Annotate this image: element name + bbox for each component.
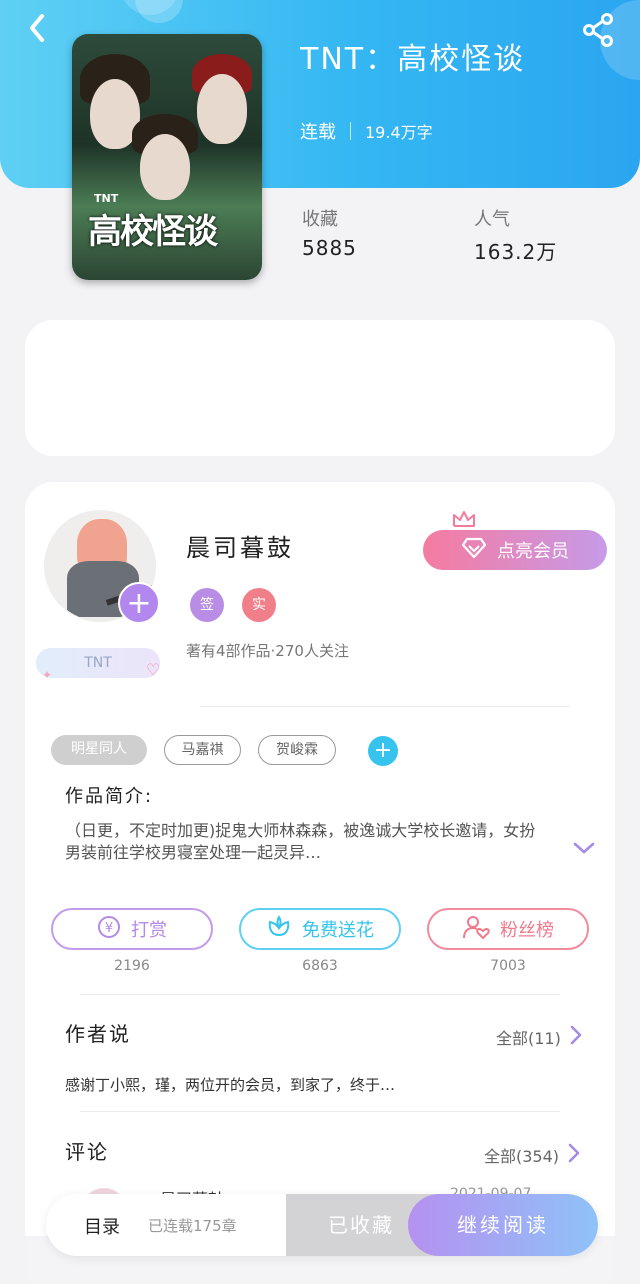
chevron-right-icon	[567, 1142, 581, 1168]
svg-text:¥: ¥	[105, 921, 113, 936]
intro-heading: 作品简介:	[65, 786, 154, 807]
send-flower-label: 免费送花	[302, 920, 374, 941]
follow-author-button[interactable]: +	[118, 582, 160, 624]
fan-ranking-button[interactable]: 粉丝榜	[427, 908, 589, 950]
divider	[80, 994, 560, 995]
book-title: TNT：高校怪谈	[300, 42, 526, 77]
chapter-count: 已连载175章	[148, 1217, 237, 1235]
send-flower-button[interactable]: 免费送花	[239, 908, 401, 950]
decor-bubble	[135, 0, 183, 23]
tip-count: 2196	[114, 958, 150, 974]
cover-figure	[197, 74, 247, 144]
diamond-icon	[461, 537, 487, 564]
signed-badge: 签	[190, 588, 224, 622]
cover-title: 高校怪谈	[88, 212, 218, 252]
chevron-right-icon	[569, 1024, 583, 1050]
intro-text: （日更，不定时加更)捉鬼大师林森森，被逸诚大学校长邀请，女扮男装前往学校男寝室处…	[65, 821, 536, 862]
cover-figure	[140, 134, 190, 200]
yen-icon: ¥	[97, 915, 121, 944]
serial-status: 连载	[300, 122, 336, 143]
divider	[350, 122, 351, 140]
tag-item[interactable]: 马嘉祺	[164, 735, 241, 765]
divider	[200, 706, 570, 707]
fan-ranking-label: 粉丝榜	[500, 920, 554, 941]
continue-reading-button[interactable]: 继续阅读	[408, 1194, 598, 1256]
placeholder-card	[25, 320, 615, 456]
vip-label: 点亮会员	[497, 541, 569, 562]
word-count: 19.4万字	[365, 123, 433, 142]
divider	[80, 1111, 560, 1112]
toc-button[interactable]: 目录	[84, 1213, 120, 1239]
tip-label: 打赏	[131, 920, 167, 941]
star-icon: ✦	[42, 668, 53, 682]
back-icon[interactable]	[22, 12, 54, 44]
crown-icon	[452, 510, 476, 532]
comments-more-label: 全部(354)	[484, 1147, 560, 1166]
flower-icon	[266, 914, 292, 944]
comments-more[interactable]: 全部(354)	[484, 1142, 581, 1168]
comments-title: 评论	[65, 1140, 109, 1164]
stat-favorites-label: 收藏	[302, 209, 338, 230]
stat-popularity-value: 163.2万	[474, 240, 558, 264]
heart-icon: ♡	[146, 660, 161, 679]
share-icon[interactable]	[580, 12, 616, 48]
fan-badge: TNT	[36, 648, 160, 678]
author-meta: 著有4部作品·270人关注	[186, 642, 349, 660]
serial-info: 连载 19.4万字	[300, 118, 433, 144]
bottom-action-bar: 目录 已连载175章 已收藏 继续阅读	[46, 1194, 598, 1256]
stat-favorites-value: 5885	[302, 236, 357, 260]
chevron-down-icon[interactable]	[572, 840, 596, 860]
add-tag-button[interactable]: +	[368, 736, 398, 766]
stat-popularity-label: 人气	[474, 209, 510, 230]
author-name[interactable]: 晨司暮鼓	[186, 528, 294, 563]
author-says-title: 作者说	[65, 1022, 131, 1046]
author-says-more-label: 全部(11)	[496, 1029, 561, 1048]
vip-button[interactable]: 点亮会员	[423, 530, 607, 570]
tip-button[interactable]: ¥ 打赏	[51, 908, 213, 950]
flower-count: 6863	[302, 958, 338, 974]
tag-item[interactable]: 明星同人	[51, 735, 147, 765]
author-says-more[interactable]: 全部(11)	[496, 1024, 583, 1050]
author-says-content[interactable]: 感谢丁小熙，瑾，两位开的会员，到家了，终于…	[65, 1074, 395, 1095]
fan-count: 7003	[490, 958, 526, 974]
book-cover[interactable]: TNT 高校怪谈	[72, 34, 262, 280]
fan-heart-icon	[462, 914, 490, 945]
tag-item[interactable]: 贺峻霖	[258, 735, 336, 765]
verified-badge: 实	[242, 588, 276, 622]
